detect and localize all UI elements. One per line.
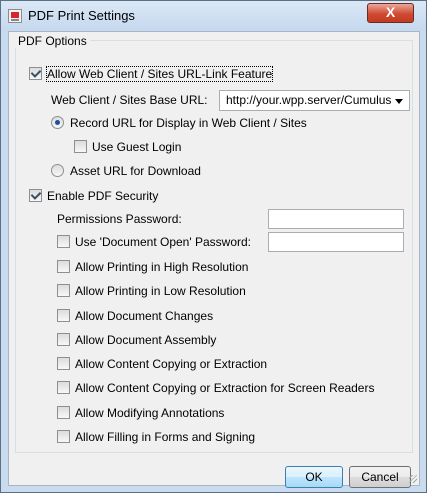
record-url-label: Record URL for Display in Web Client / S… bbox=[70, 116, 307, 130]
permission-label: Allow Filling in Forms and Signing bbox=[75, 430, 256, 444]
web-link-checkbox-row[interactable]: Allow Web Client / Sites URL-Link Featur… bbox=[29, 65, 274, 83]
guest-login-label: Use Guest Login bbox=[92, 140, 182, 154]
chevron-down-icon bbox=[395, 99, 403, 104]
permission-option[interactable]: Allow Document Assembly bbox=[57, 331, 216, 349]
permission-checkbox[interactable] bbox=[57, 333, 70, 347]
base-url-select[interactable]: http://your.wpp.server/Cumulus bbox=[219, 90, 410, 111]
permission-label: Allow Printing in High Resolution bbox=[75, 260, 249, 274]
open-password-input[interactable] bbox=[268, 232, 404, 252]
record-url-radio-row[interactable]: Record URL for Display in Web Client / S… bbox=[51, 114, 307, 132]
resize-grip[interactable] bbox=[409, 475, 417, 483]
cancel-button[interactable]: Cancel bbox=[349, 466, 411, 488]
pdf-options-title: PDF Options bbox=[15, 34, 90, 48]
asset-url-label: Asset URL for Download bbox=[70, 164, 201, 178]
guest-login-checkbox-row[interactable]: Use Guest Login bbox=[74, 138, 181, 156]
pdf-security-checkbox[interactable] bbox=[29, 189, 42, 203]
web-link-label: Allow Web Client / Sites URL-Link Featur… bbox=[45, 66, 274, 82]
permission-checkbox[interactable] bbox=[57, 284, 70, 298]
permission-option[interactable]: Allow Modifying Annotations bbox=[57, 404, 224, 422]
permission-label: Allow Document Assembly bbox=[75, 333, 217, 347]
ok-button[interactable]: OK bbox=[285, 466, 343, 488]
permission-label: Allow Content Copying or Extraction bbox=[75, 357, 268, 371]
open-password-checkbox-row[interactable]: Use 'Document Open' Password: bbox=[57, 233, 251, 251]
permission-checkbox[interactable] bbox=[57, 260, 70, 274]
pdf-security-checkbox-row[interactable]: Enable PDF Security bbox=[29, 187, 158, 205]
permission-option[interactable]: Allow Content Copying or Extraction for … bbox=[57, 379, 374, 397]
app-icon bbox=[8, 9, 22, 23]
guest-login-checkbox[interactable] bbox=[74, 140, 87, 154]
base-url-label: Web Client / Sites Base URL: bbox=[51, 93, 208, 107]
pdf-security-label: Enable PDF Security bbox=[47, 189, 159, 203]
close-icon: X bbox=[385, 4, 396, 20]
permission-option[interactable]: Allow Content Copying or Extraction bbox=[57, 355, 267, 373]
permission-checkbox[interactable] bbox=[57, 381, 70, 395]
permission-option[interactable]: Allow Document Changes bbox=[57, 307, 213, 325]
permission-label: Allow Document Changes bbox=[75, 309, 214, 323]
permission-label: Allow Modifying Annotations bbox=[75, 406, 225, 420]
open-password-checkbox[interactable] bbox=[57, 235, 70, 249]
dialog-content: PDF Options Allow Web Client / Sites URL… bbox=[8, 31, 420, 488]
asset-url-radio-row[interactable]: Asset URL for Download bbox=[51, 162, 201, 180]
close-button[interactable]: X bbox=[367, 3, 414, 23]
dialog-window: PDF Print Settings X PDF Options Allow W… bbox=[0, 0, 427, 493]
permission-label: Allow Printing in Low Resolution bbox=[75, 284, 246, 298]
base-url-value: http://your.wpp.server/Cumulus bbox=[226, 93, 392, 107]
title-bar[interactable]: PDF Print Settings X bbox=[1, 1, 426, 31]
permissions-password-label: Permissions Password: bbox=[57, 212, 182, 226]
asset-url-radio[interactable] bbox=[51, 164, 64, 178]
window-title: PDF Print Settings bbox=[28, 8, 135, 23]
open-password-label: Use 'Document Open' Password: bbox=[75, 235, 251, 249]
permission-option[interactable]: Allow Printing in High Resolution bbox=[57, 258, 248, 276]
permission-checkbox[interactable] bbox=[57, 406, 70, 420]
permissions-password-input[interactable] bbox=[268, 209, 404, 229]
web-link-checkbox[interactable] bbox=[29, 67, 42, 81]
record-url-radio[interactable] bbox=[51, 116, 64, 130]
permission-option[interactable]: Allow Printing in Low Resolution bbox=[57, 282, 246, 300]
permission-checkbox[interactable] bbox=[57, 309, 70, 323]
permission-option[interactable]: Allow Filling in Forms and Signing bbox=[57, 428, 255, 446]
permission-checkbox[interactable] bbox=[57, 357, 70, 371]
permission-label: Allow Content Copying or Extraction for … bbox=[75, 381, 375, 395]
permission-checkbox[interactable] bbox=[57, 430, 70, 444]
